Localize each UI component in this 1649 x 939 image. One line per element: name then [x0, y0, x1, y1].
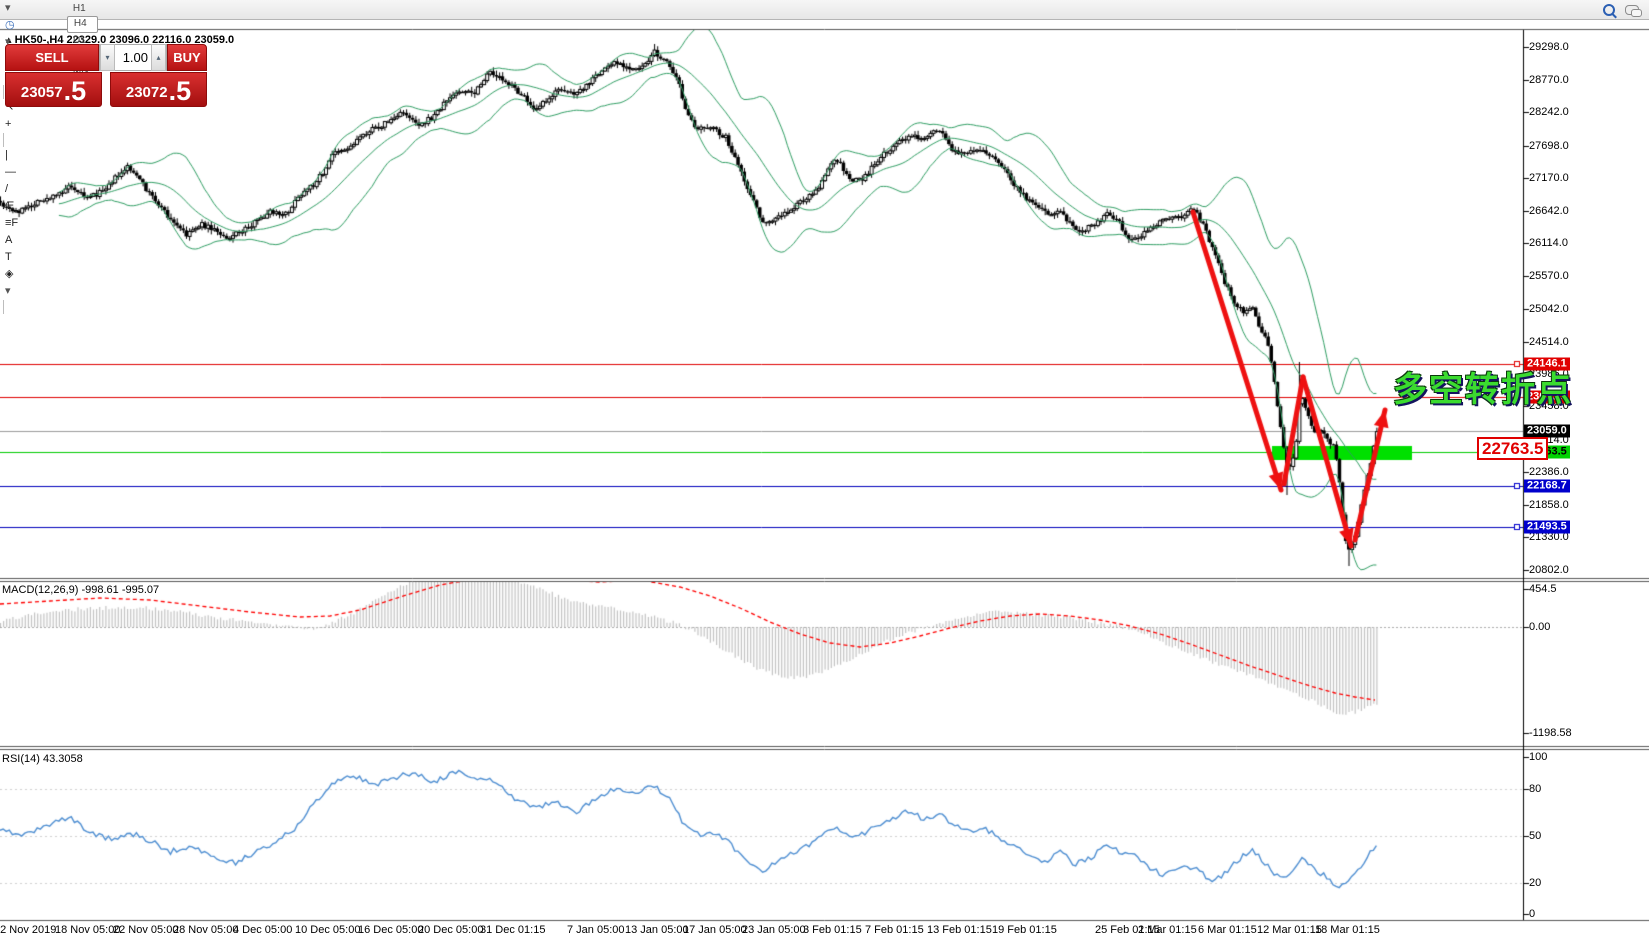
- time-axis-label: 20 Dec 05:00: [418, 924, 483, 936]
- price-axis-label: 29298.0: [1529, 41, 1569, 53]
- rsi-axis-label: 100: [1529, 751, 1547, 763]
- volume-control: ▾ 1.00 ▴: [99, 44, 167, 71]
- toolbar-icon: T: [5, 249, 12, 266]
- macd-axis-label: 454.5: [1529, 583, 1557, 595]
- sell-price-main: 23057: [21, 80, 63, 106]
- toolbar-icon: +: [5, 116, 11, 133]
- time-axis[interactable]: 12 Nov 201918 Nov 05:0022 Nov 05:0028 No…: [0, 924, 1649, 938]
- time-axis-label: 19 Feb 01:15: [992, 924, 1057, 936]
- price-axis-label: 25570.0: [1529, 270, 1569, 282]
- price-axis-label: 26114.0: [1529, 237, 1568, 249]
- price-axis-label: 20802.0: [1529, 564, 1569, 576]
- price-line-label: 23059.0: [1524, 425, 1570, 438]
- toolbar-icon: /: [5, 181, 8, 198]
- time-axis-label: 31 Dec 01:15: [480, 924, 545, 936]
- toolbar-icon: ▾: [5, 283, 11, 300]
- timeframe-button[interactable]: H4: [67, 16, 98, 33]
- buy-price-pip: .5: [169, 76, 192, 106]
- price-axis-label: 26642.0: [1529, 205, 1569, 217]
- horizontal-line-button[interactable]: —: [0, 164, 67, 181]
- toolbar-icon: —: [5, 164, 16, 181]
- crosshair-button[interactable]: +: [0, 116, 67, 133]
- time-axis-label: 18 Mar 01:15: [1315, 924, 1380, 936]
- text-button[interactable]: A: [0, 232, 67, 249]
- time-axis-label: 13 Feb 01:15: [927, 924, 992, 936]
- toolbar-separator: [3, 133, 4, 147]
- volume-increase-button[interactable]: ▴: [151, 44, 166, 71]
- timeframe-button[interactable]: H1: [67, 1, 98, 16]
- price-axis-label: 28242.0: [1529, 106, 1569, 118]
- sell-price-pip: .5: [64, 76, 87, 106]
- chart-canvas[interactable]: [0, 0, 1649, 939]
- price-axis-label: 28770.0: [1529, 74, 1569, 86]
- time-axis-label: 16 Dec 05:00: [358, 924, 423, 936]
- time-axis-label: 6 Mar 01:15: [1198, 924, 1257, 936]
- toolbar-icon: ∕E: [5, 198, 14, 215]
- sell-button[interactable]: SELL: [5, 44, 99, 71]
- price-axis-label: 22386.0: [1529, 466, 1569, 478]
- chat-icon[interactable]: [1625, 5, 1639, 15]
- price-axis-label: 24514.0: [1529, 336, 1569, 348]
- time-axis-label: 12 Mar 01:15: [1257, 924, 1322, 936]
- time-axis-label: 7 Jan 05:00: [567, 924, 625, 936]
- toolbar-icon: ◈: [5, 266, 13, 283]
- time-axis-label: 4 Dec 05:00: [233, 924, 292, 936]
- shapes-button[interactable]: ◈: [0, 266, 67, 283]
- rsi-axis-label: 20: [1529, 877, 1541, 889]
- rsi-axis-label: 80: [1529, 783, 1541, 795]
- toolbar-icon: |: [5, 147, 8, 164]
- time-axis-label: 7 Feb 01:15: [865, 924, 924, 936]
- toolbar-separator: [3, 300, 4, 314]
- one-click-trade-panel: SELL ▾ 1.00 ▴ BUY 23057 .5 23072 .5: [5, 44, 207, 107]
- rsi-axis-label: 50: [1529, 830, 1541, 842]
- macd-axis-label: 0.00: [1529, 621, 1550, 633]
- macd-axis-label: -1198.58: [1529, 727, 1572, 739]
- toolbar-icon: ◷: [5, 17, 15, 34]
- price-line-label: 21493.5: [1524, 521, 1570, 534]
- macd-label: MACD(12,26,9) -998.61 -995.07: [2, 584, 159, 596]
- toolbar: ▯ 订单 ◆ ☻ ◉ ⚙ 自动交易 |||: [0, 0, 1649, 20]
- time-axis-label: 17 Jan 05:00: [683, 924, 747, 936]
- toolbar-icon: ▾: [5, 0, 11, 17]
- time-axis-label: 2 Mar 01:15: [1138, 924, 1197, 936]
- time-axis-label: 3 Feb 01:15: [803, 924, 862, 936]
- label-button[interactable]: T: [0, 249, 67, 266]
- turning-point-annotation: 多空转折点: [1393, 362, 1573, 411]
- buy-price[interactable]: 23072 .5: [110, 72, 207, 107]
- time-axis-label: 10 Dec 05:00: [295, 924, 360, 936]
- sell-price[interactable]: 23057 .5: [5, 72, 102, 107]
- toolbar-separator: [3, 85, 4, 99]
- shapes-dropdown-caret[interactable]: ▾: [0, 283, 67, 300]
- search-icon[interactable]: [1603, 4, 1615, 16]
- trendline-button[interactable]: /: [0, 181, 67, 198]
- volume-input[interactable]: 1.00: [115, 50, 151, 65]
- fibonacci-button[interactable]: ≡F: [0, 215, 67, 232]
- toolbar-icon: ≡F: [5, 215, 18, 232]
- buy-price-main: 23072: [126, 80, 168, 106]
- price-axis-label: 27170.0: [1529, 172, 1569, 184]
- time-axis-label: 28 Nov 05:00: [173, 924, 238, 936]
- rsi-axis-label: 0: [1529, 908, 1535, 920]
- toolbar-icon: A: [5, 232, 12, 249]
- price-level-annotation: 22763.5: [1477, 437, 1548, 460]
- mt4-window: ▯ 订单 ◆ ☻ ◉ ⚙ 自动交易 |||: [0, 0, 1649, 939]
- time-axis-label: 18 Nov 05:00: [55, 924, 120, 936]
- time-axis-label: 23 Jan 05:00: [742, 924, 806, 936]
- price-axis-label: 21858.0: [1529, 499, 1569, 511]
- time-axis-label: 22 Nov 05:00: [113, 924, 178, 936]
- periods-button[interactable]: ◷: [0, 17, 67, 34]
- buy-button[interactable]: BUY: [167, 44, 207, 71]
- indicator-dropdown-caret[interactable]: ▾: [0, 0, 67, 17]
- rsi-label: RSI(14) 43.3058: [2, 753, 83, 765]
- price-line-label: 22168.7: [1524, 480, 1570, 493]
- channel-button[interactable]: ∕E: [0, 198, 67, 215]
- time-axis-label: 13 Jan 05:00: [625, 924, 689, 936]
- volume-decrease-button[interactable]: ▾: [100, 44, 115, 71]
- time-axis-label: 12 Nov 2019: [0, 924, 56, 936]
- price-axis-label: 27698.0: [1529, 140, 1569, 152]
- vertical-line-button[interactable]: |: [0, 147, 67, 164]
- price-axis-label: 25042.0: [1529, 303, 1569, 315]
